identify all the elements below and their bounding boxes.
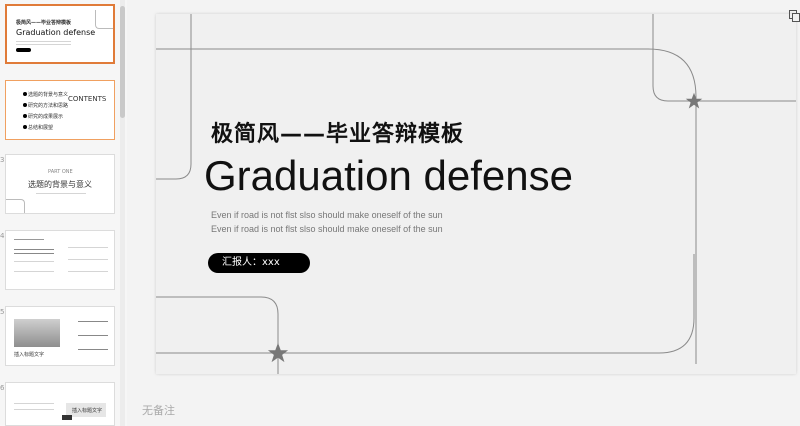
thumb-title-en: Graduation defense bbox=[16, 28, 96, 37]
slide-subtitle-1[interactable]: Even if road is not flst slso should mak… bbox=[211, 210, 443, 220]
thumb-title-cn: 极简风——毕业答辩模板 bbox=[16, 20, 72, 26]
thumb-contents-item: 研究的方法和思路 bbox=[28, 103, 69, 109]
slide-thumbnail-3[interactable]: PART ONE 选题的背景与意义 bbox=[5, 154, 115, 214]
thumb-number-3: 3 bbox=[0, 156, 5, 164]
notes-placeholder[interactable]: 无备注 bbox=[142, 402, 175, 418]
slide-thumbnail-panel[interactable]: 极简风——毕业答辩模板 Graduation defense CONTENTS … bbox=[0, 0, 127, 426]
thumb-contents-item: 选题的背景与意义 bbox=[28, 92, 69, 98]
thumbnail-scrollbar-thumb[interactable] bbox=[120, 6, 125, 118]
slide-subtitle-2[interactable]: Even if road is not flst slso should mak… bbox=[211, 224, 443, 234]
slide-title-en[interactable]: Graduation defense bbox=[204, 152, 573, 200]
slide-title-cn[interactable]: 极简风——毕业答辩模板 bbox=[211, 116, 464, 148]
thumb-contents-heading: CONTENTS bbox=[68, 95, 107, 103]
thumb-contents-item: 研究的成果展示 bbox=[28, 114, 64, 120]
star-icon bbox=[267, 342, 289, 363]
thumb-caption: 插入标题文字 bbox=[72, 408, 103, 414]
copy-icon[interactable] bbox=[789, 10, 800, 22]
thumb-number-4: 4 bbox=[0, 232, 5, 240]
thumb-contents-item: 总结和展望 bbox=[28, 125, 54, 131]
thumb-number-6: 6 bbox=[0, 384, 5, 392]
thumb-caption: 插入标题文字 bbox=[14, 352, 45, 358]
thumb-part-label: PART ONE bbox=[48, 169, 73, 175]
slide-thumbnail-4[interactable] bbox=[5, 230, 115, 290]
slide-thumbnail-5[interactable]: 插入标题文字 bbox=[5, 306, 115, 366]
star-icon bbox=[685, 92, 703, 109]
slide-thumbnail-6[interactable]: 插入标题文字 bbox=[5, 382, 115, 426]
thumb-number-5: 5 bbox=[0, 308, 5, 316]
presenter-badge[interactable]: 汇报人：xxx bbox=[208, 253, 310, 273]
slide-thumbnail-2[interactable]: CONTENTS 选题的背景与意义 研究的方法和思路 研究的成果展示 总结和展望 bbox=[5, 80, 115, 140]
slide-editor[interactable]: 极简风——毕业答辩模板 Graduation defense Even if r… bbox=[156, 14, 796, 374]
thumb-part-heading: 选题的背景与意义 bbox=[28, 180, 92, 189]
thumb-photo bbox=[14, 319, 60, 347]
slide-thumbnail-1[interactable]: 极简风——毕业答辩模板 Graduation defense bbox=[5, 4, 115, 64]
